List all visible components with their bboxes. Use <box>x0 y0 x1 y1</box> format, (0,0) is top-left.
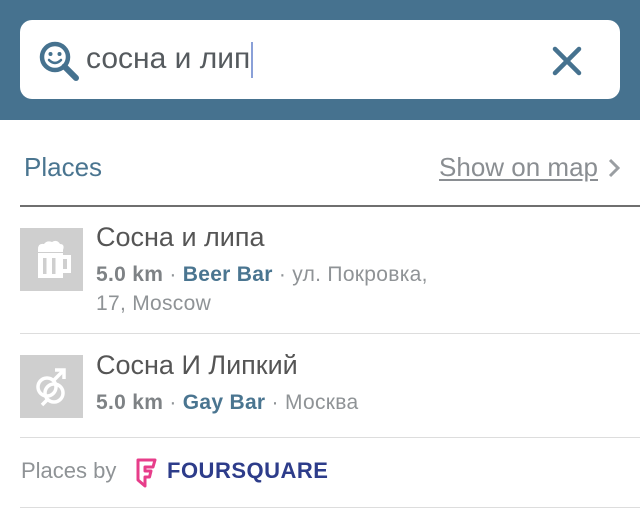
beer-mug-icon <box>37 240 71 278</box>
place-category: Gay Bar <box>182 391 266 414</box>
gender-symbols-icon <box>35 367 66 406</box>
row-divider <box>20 437 640 438</box>
footer-divider <box>20 507 640 508</box>
show-on-map-link[interactable]: Show on map <box>439 152 620 183</box>
search-header: сосна и лип <box>0 0 640 120</box>
search-query[interactable]: сосна и лип <box>86 39 254 79</box>
place-item-sosna-i-lipa[interactable]: Сосна и липа 5.0 km · Beer Bar · ул. Пок… <box>0 207 640 333</box>
place-distance: 5.0 km <box>96 391 164 414</box>
chevron-right-icon <box>608 158 620 177</box>
foursquare-wordmark: FOURSQUARE <box>167 458 329 483</box>
foursquare-logo-icon <box>136 458 157 488</box>
close-icon[interactable] <box>547 41 587 81</box>
place-category-icon <box>20 228 83 291</box>
places-attribution-label: Places by <box>21 458 117 483</box>
place-details: 5.0 km · Beer Bar · ул. Покровка, 17, Mo… <box>96 263 428 315</box>
text-caret <box>251 42 254 79</box>
place-address-line1: ул. Покровка, <box>292 263 428 286</box>
place-category-icon <box>20 355 83 418</box>
search-query-text: сосна и лип <box>86 42 251 75</box>
place-name: Сосна и липа <box>96 222 265 252</box>
place-name: Сосна И Липкий <box>96 350 298 380</box>
place-address-line1: Москва <box>284 391 359 414</box>
show-on-map-label: Show on map <box>439 152 598 182</box>
search-icon <box>39 41 79 81</box>
place-distance: 5.0 km <box>96 263 164 286</box>
place-address-line2: 17, Moscow <box>96 292 212 315</box>
place-item-sosna-i-lipkiy[interactable]: Сосна И Липкий 5.0 km · Gay Bar · Москва <box>0 334 640 437</box>
search-input[interactable]: сосна и лип <box>20 20 620 99</box>
section-title: Places <box>24 152 103 182</box>
place-category: Beer Bar <box>182 263 273 286</box>
place-details: 5.0 km · Gay Bar · Москва <box>96 391 359 414</box>
